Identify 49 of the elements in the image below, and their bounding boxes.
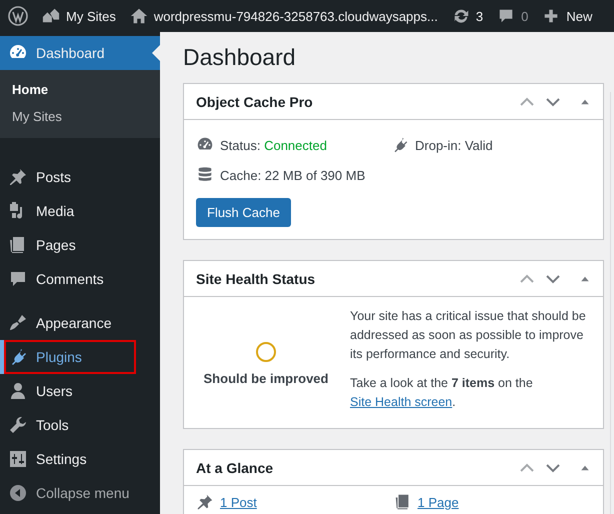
widget-title: Site Health Status <box>196 270 316 286</box>
menu-item[interactable]: Comments <box>0 262 160 296</box>
glance-icon <box>394 493 412 511</box>
menu-item[interactable]: Users <box>0 374 160 408</box>
status-text: Status: Connected <box>220 138 327 152</box>
status-ring-icon <box>255 341 277 363</box>
submenu-item[interactable]: My Sites <box>0 103 160 130</box>
menu-icon <box>8 415 28 435</box>
comments-link[interactable]: 0 <box>497 7 528 25</box>
cache-usage-text: Cache: 22 MB of 390 MB <box>220 168 366 182</box>
menu-icon <box>8 313 28 333</box>
houses-icon <box>42 7 60 25</box>
site-name-link[interactable]: wordpressmu-794826-3258763.cloudwaysapps... <box>130 7 438 25</box>
site-health-link[interactable]: Site Health screen <box>350 395 452 409</box>
plus-icon <box>542 7 560 25</box>
menu-item[interactable]: Appearance <box>0 306 160 340</box>
collapse-menu-button[interactable]: Collapse menu <box>0 476 160 510</box>
widget-title: Object Cache Pro <box>196 94 314 110</box>
health-rating: Should be improved <box>204 371 328 386</box>
menu-icon <box>8 167 28 187</box>
wordpress-logo-icon[interactable] <box>8 6 28 26</box>
comment-icon <box>497 7 516 25</box>
menu-item[interactable]: Posts <box>0 160 160 194</box>
collapse-icon <box>8 483 28 503</box>
glance-link[interactable]: 1 Page <box>394 492 591 512</box>
dropin-text: Drop-in: Valid <box>415 138 493 152</box>
glance-link[interactable]: 1 Post <box>196 492 394 512</box>
page-title: Dashboard <box>183 44 297 71</box>
home-icon <box>130 7 148 25</box>
updates-link[interactable]: 3 <box>452 7 484 25</box>
database-icon <box>196 166 214 184</box>
menu-item[interactable]: Dashboard <box>0 36 160 70</box>
menu-item[interactable]: Tools <box>0 408 160 442</box>
menu-item[interactable]: Pages <box>0 228 160 262</box>
menu-item[interactable]: Plugins <box>0 340 160 374</box>
widget-title: At a Glance <box>196 460 274 476</box>
flush-cache-button[interactable]: Flush Cache <box>196 198 291 227</box>
health-prompt: Take a look at the 7 items on the Site Health screen. <box>350 375 534 411</box>
refresh-icon <box>452 7 470 25</box>
glance-icon <box>196 493 214 511</box>
my-sites-link[interactable]: My Sites <box>42 7 116 25</box>
menu-icon <box>8 381 28 401</box>
new-link[interactable]: New <box>542 7 592 25</box>
health-message: Your site has a critical issue that should be addressed as soon as possible to improve its performance and security. <box>350 308 587 363</box>
menu-item[interactable]: Settings <box>0 442 160 476</box>
menu-item[interactable]: Media <box>0 194 160 228</box>
menu-icon <box>8 449 28 469</box>
menu-icon <box>8 269 28 289</box>
submenu-item[interactable]: Home <box>0 76 160 103</box>
